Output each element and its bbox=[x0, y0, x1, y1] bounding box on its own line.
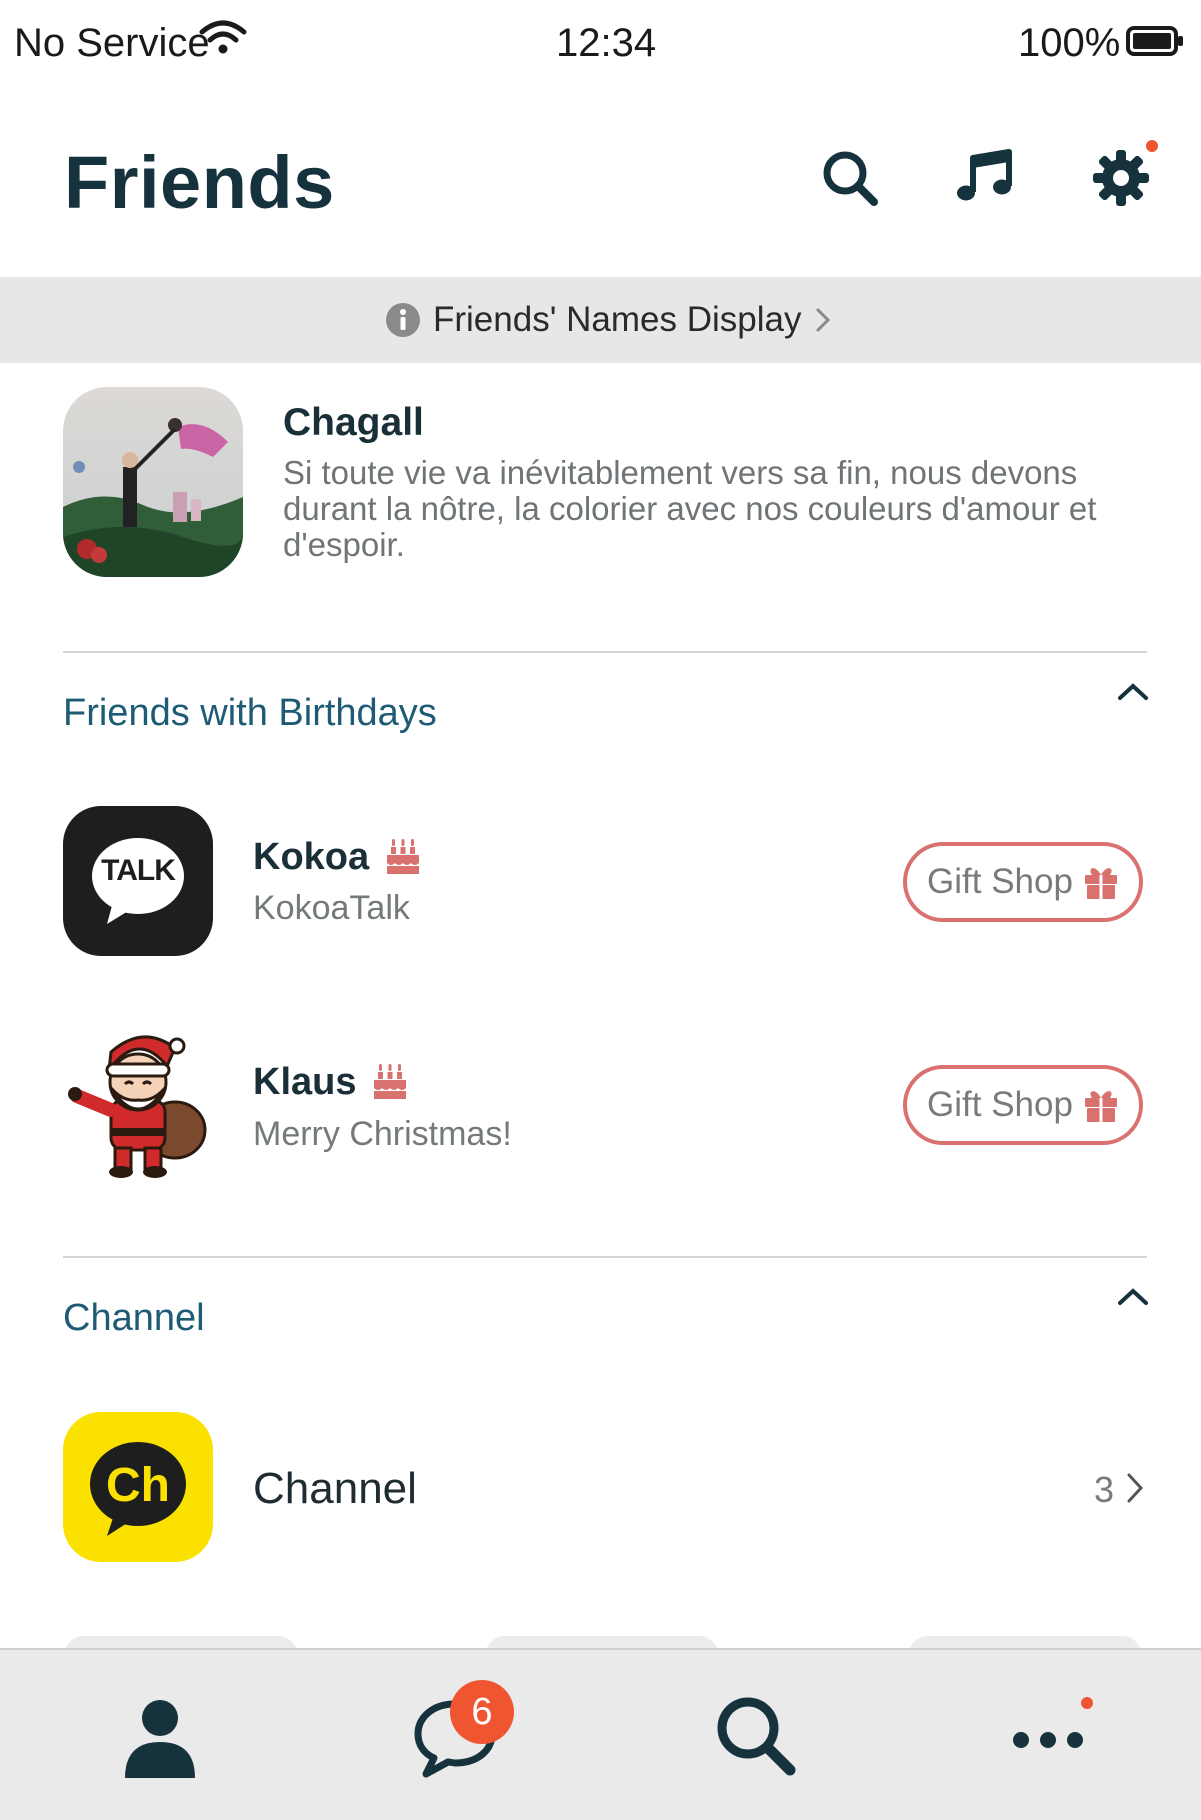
birthday-cake-icon bbox=[374, 1064, 407, 1099]
battery-percent: 100% bbox=[1018, 21, 1121, 65]
names-display-label: Friends' Names Display bbox=[433, 300, 802, 339]
channel-section-title: Channel bbox=[63, 1297, 205, 1339]
more-notification-dot bbox=[1081, 1697, 1093, 1709]
collapse-channel-icon[interactable] bbox=[1115, 1285, 1151, 1309]
gift-shop-button[interactable]: Gift Shop bbox=[903, 1065, 1143, 1145]
gift-shop-label: Gift Shop bbox=[927, 862, 1073, 901]
my-profile-avatar[interactable] bbox=[63, 387, 243, 577]
music-icon[interactable] bbox=[953, 146, 1017, 210]
channel-avatar[interactable]: Ch bbox=[63, 1412, 213, 1562]
gift-shop-button[interactable]: Gift Shop bbox=[903, 842, 1143, 922]
collapse-birthdays-icon[interactable] bbox=[1115, 680, 1151, 704]
my-profile-name: Chagall bbox=[283, 401, 424, 444]
search-tab-icon[interactable] bbox=[710, 1690, 800, 1780]
settings-notification-dot bbox=[1146, 140, 1158, 152]
friends-tab-icon[interactable] bbox=[115, 1690, 205, 1780]
chevron-right-icon[interactable] bbox=[1124, 1470, 1146, 1506]
my-profile-status-message: Si toute vie va inévitablement vers sa f… bbox=[283, 454, 1097, 563]
kokoa-avatar[interactable]: TALK bbox=[63, 806, 213, 956]
klaus-status: Merry Christmas! bbox=[253, 1115, 512, 1153]
clock: 12:34 bbox=[556, 21, 657, 65]
birthdays-section-title: Friends with Birthdays bbox=[63, 692, 437, 734]
channel-avatar-text: Ch bbox=[106, 1459, 170, 1512]
gift-shop-label: Gift Shop bbox=[927, 1085, 1073, 1124]
friend-name: Klaus bbox=[253, 1058, 408, 1106]
gift-icon bbox=[1084, 1091, 1117, 1122]
info-icon bbox=[386, 303, 420, 337]
settings-icon[interactable] bbox=[1089, 146, 1153, 210]
gift-icon bbox=[1084, 868, 1117, 899]
names-display-banner[interactable]: Friends' Names Display bbox=[0, 277, 1201, 363]
section-divider bbox=[63, 1256, 1147, 1258]
chevron-right-icon bbox=[816, 308, 831, 332]
search-icon[interactable] bbox=[818, 146, 882, 210]
friend-name: Kokoa bbox=[253, 833, 421, 881]
carrier-label: No Service bbox=[14, 21, 210, 65]
more-tab-icon[interactable] bbox=[1003, 1690, 1093, 1780]
kokoa-status: KokoaTalk bbox=[253, 889, 410, 927]
friends-screen: No Service 12:34 100% Friends Friends' N… bbox=[0, 0, 1201, 1820]
kokoa-name: Kokoa bbox=[253, 836, 370, 878]
birthday-cake-icon bbox=[387, 839, 420, 874]
klaus-avatar[interactable] bbox=[63, 1030, 213, 1180]
kokoa-avatar-text: TALK bbox=[101, 854, 176, 887]
channel-count: 3 bbox=[1094, 1469, 1115, 1510]
wifi-icon bbox=[199, 20, 247, 54]
section-divider bbox=[63, 651, 1147, 653]
battery-icon bbox=[1126, 26, 1183, 56]
channel-item-label[interactable]: Channel bbox=[253, 1462, 417, 1516]
klaus-name: Klaus bbox=[253, 1061, 357, 1103]
unread-chats-badge: 6 bbox=[450, 1680, 514, 1744]
page-title: Friends bbox=[64, 141, 335, 224]
